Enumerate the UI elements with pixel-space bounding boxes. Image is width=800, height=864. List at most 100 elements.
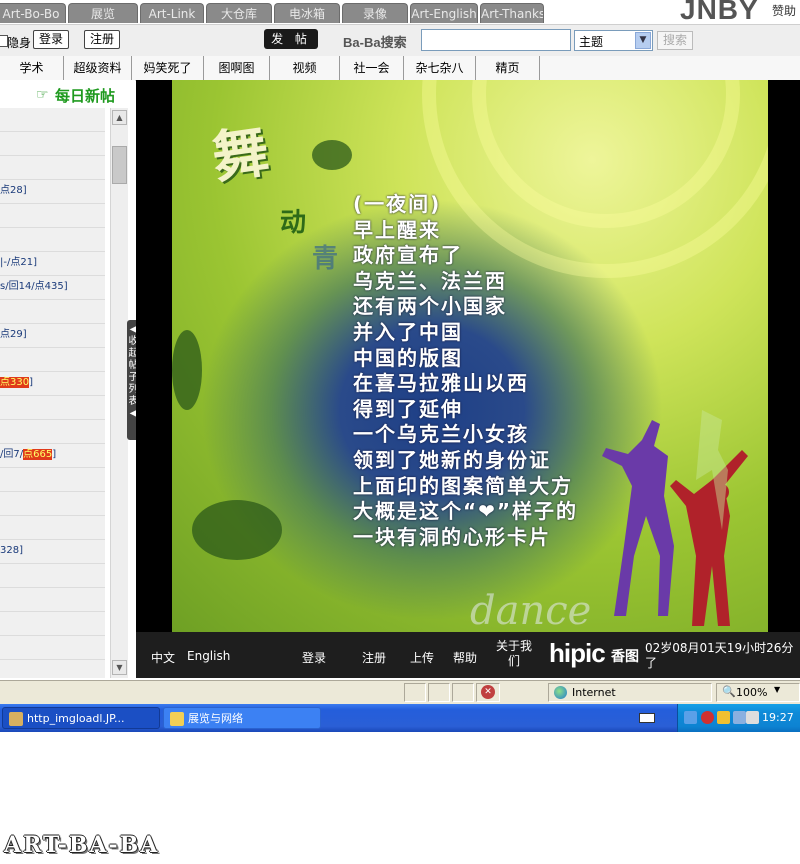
post-list-item[interactable]: |-/点21] [0, 252, 105, 276]
poem-line: 一个乌克兰小女孩 [353, 422, 529, 447]
post-list-item[interactable] [0, 564, 105, 588]
jnby-logo[interactable]: JNBY [680, 0, 759, 26]
status-segment [428, 683, 450, 702]
post-list-item[interactable]: 点28] [0, 180, 105, 204]
post-meta: 点29] [0, 329, 27, 340]
about-us-link[interactable]: 关于我们 [493, 639, 535, 669]
tab-art-thanks[interactable]: Art-Thanks [480, 3, 544, 23]
post-list-item[interactable] [0, 612, 105, 636]
viewer-login-link[interactable]: 登录 [302, 649, 326, 666]
tab-art-link[interactable]: Art-Link [140, 3, 204, 23]
post-list-item[interactable]: /回7/点665] [0, 444, 105, 468]
category-academic[interactable]: 学术 [0, 56, 64, 80]
post-list-item[interactable]: 点29] [0, 324, 105, 348]
post-list-item[interactable]: 点330] [0, 372, 105, 396]
network-icon[interactable] [684, 711, 697, 724]
tab-art-bo-bo[interactable]: Art-Bo-Bo [0, 3, 66, 23]
volume-icon[interactable] [746, 711, 759, 724]
search-scope-value: 主题 [579, 35, 604, 49]
post-list-item[interactable] [0, 108, 105, 132]
post-list-scrollbar[interactable]: ▲ ▼ [110, 108, 128, 678]
keyboard-icon[interactable] [639, 713, 655, 723]
help-link[interactable]: 帮助 [453, 649, 477, 666]
hipic-logo[interactable]: hipic [549, 638, 606, 669]
security-alert-icon[interactable] [717, 711, 730, 724]
hidden-login-label: 隐身 [7, 36, 32, 50]
post-list-item[interactable]: s/回14/点435] [0, 276, 105, 300]
category-super-data[interactable]: 超级资料 [64, 56, 132, 80]
category-videos[interactable]: 视频 [270, 56, 340, 80]
post-list: 点28] |-/点21] s/回14/点435] 点29] 点330]/回7/点665]… [0, 108, 105, 678]
post-meta-tail: ] [52, 449, 57, 460]
poster-title-qing: 青 [312, 244, 339, 274]
post-list-item[interactable] [0, 228, 105, 252]
category-misc[interactable]: 杂七杂八 [404, 56, 476, 80]
search-scope-select[interactable]: 主题 ▼ [574, 30, 653, 51]
poem-line: 还有两个小国家 [353, 294, 507, 319]
user-age-info: 02岁08月01天19小时26分了 [645, 641, 794, 670]
chevron-down-icon[interactable]: ▼ [774, 685, 780, 694]
viewer-footer-bar: 中文 English 登录 注册 上传 帮助 关于我们 hipic 香图 02岁… [136, 632, 800, 678]
antivirus-icon[interactable] [701, 711, 714, 724]
login-button[interactable]: 登录 [33, 30, 69, 49]
dancer-silhouettes [602, 410, 748, 626]
privacy-icon[interactable]: ✕ [481, 685, 495, 699]
dance-poster-image[interactable]: 舞 动 青 (一夜间) 早上醒来 政府宣布了 乌克兰、法兰西 还有两个小国家 并入了中国中… [172, 80, 768, 632]
search-input[interactable] [421, 29, 571, 51]
category-pictures[interactable]: 图啊图 [204, 56, 270, 80]
dancer-silhouette-red [670, 450, 748, 626]
category-society[interactable]: 社一会 [340, 56, 404, 80]
folder-icon [170, 712, 184, 726]
post-list-item[interactable] [0, 156, 105, 180]
tab-video[interactable]: 录像 [342, 3, 408, 23]
post-list-item[interactable] [0, 516, 105, 540]
viewer-register-link[interactable]: 注册 [362, 649, 386, 666]
lang-english-link[interactable]: English [187, 649, 230, 663]
post-list-item[interactable] [0, 636, 105, 660]
post-list-item[interactable]: 328] [0, 540, 105, 564]
category-featured[interactable]: 精页 [476, 56, 540, 80]
search-button[interactable]: 搜索 [657, 31, 693, 50]
post-list-item[interactable] [0, 300, 105, 324]
tray-app-icon[interactable] [733, 711, 746, 724]
poem-line: (一夜间) [353, 192, 442, 216]
post-list-item[interactable] [0, 132, 105, 156]
tab-fridge[interactable]: 电冰箱 [274, 3, 340, 23]
post-list-item[interactable] [0, 204, 105, 228]
image-viewer: 舞 动 青 (一夜间) 早上醒来 政府宣布了 乌克兰、法兰西 还有两个小国家 并入了中国中… [136, 80, 800, 678]
post-list-item[interactable] [0, 396, 105, 420]
post-meta: s/回14/点435] [0, 281, 68, 292]
post-list-item[interactable] [0, 348, 105, 372]
post-list-item[interactable] [0, 492, 105, 516]
post-list-item[interactable] [0, 660, 105, 678]
panel-header: ☞ 每日新帖 [0, 80, 135, 108]
poem-line: 上面印的图案简单大方 [353, 473, 573, 498]
upload-link[interactable]: 上传 [410, 649, 434, 666]
sponsor-link[interactable]: 赞助 [772, 2, 796, 19]
hot-view-count: 点330 [0, 377, 30, 388]
post-list-item[interactable] [0, 588, 105, 612]
tab-warehouse[interactable]: 大仓库 [206, 3, 272, 23]
login-search-row: 隐身 登录 注册 发 帖 Ba-Ba搜索 主题 ▼ 搜索 [0, 24, 800, 57]
scroll-down-icon[interactable]: ▼ [112, 660, 127, 675]
new-post-button[interactable]: 发 帖 [264, 29, 318, 49]
taskbar-window-image-label: http_imgloadl.JP... [27, 712, 125, 725]
chevron-down-icon[interactable]: ▼ [635, 32, 651, 49]
zoom-level[interactable]: 100% [736, 686, 767, 699]
system-clock[interactable]: 19:27 [762, 711, 794, 724]
tab-art-english[interactable]: Art-English [410, 3, 478, 23]
category-laugh[interactable]: 妈笑死了 [132, 56, 204, 80]
post-list-item[interactable] [0, 468, 105, 492]
daily-posts-panel: ☞ 每日新帖 点28] |-/点21] s/回14/点435] 点29] 点330]/回… [0, 80, 140, 680]
scroll-up-icon[interactable]: ▲ [112, 110, 127, 125]
windows-taskbar: http_imgloadl.JP... 展览与网络 19:27 [0, 704, 800, 732]
taskbar-window-folder[interactable]: 展览与网络 [163, 707, 321, 729]
tab-exhibition[interactable]: 展览 [68, 3, 138, 23]
register-button[interactable]: 注册 [84, 30, 120, 49]
post-list-item[interactable] [0, 420, 105, 444]
taskbar-window-image[interactable]: http_imgloadl.JP... [2, 707, 160, 729]
lang-chinese-link[interactable]: 中文 [151, 649, 175, 666]
hot-view-count: 点665 [23, 449, 53, 460]
poem-line: 并入了中国 [353, 319, 463, 344]
scrollbar-thumb[interactable] [112, 146, 127, 184]
